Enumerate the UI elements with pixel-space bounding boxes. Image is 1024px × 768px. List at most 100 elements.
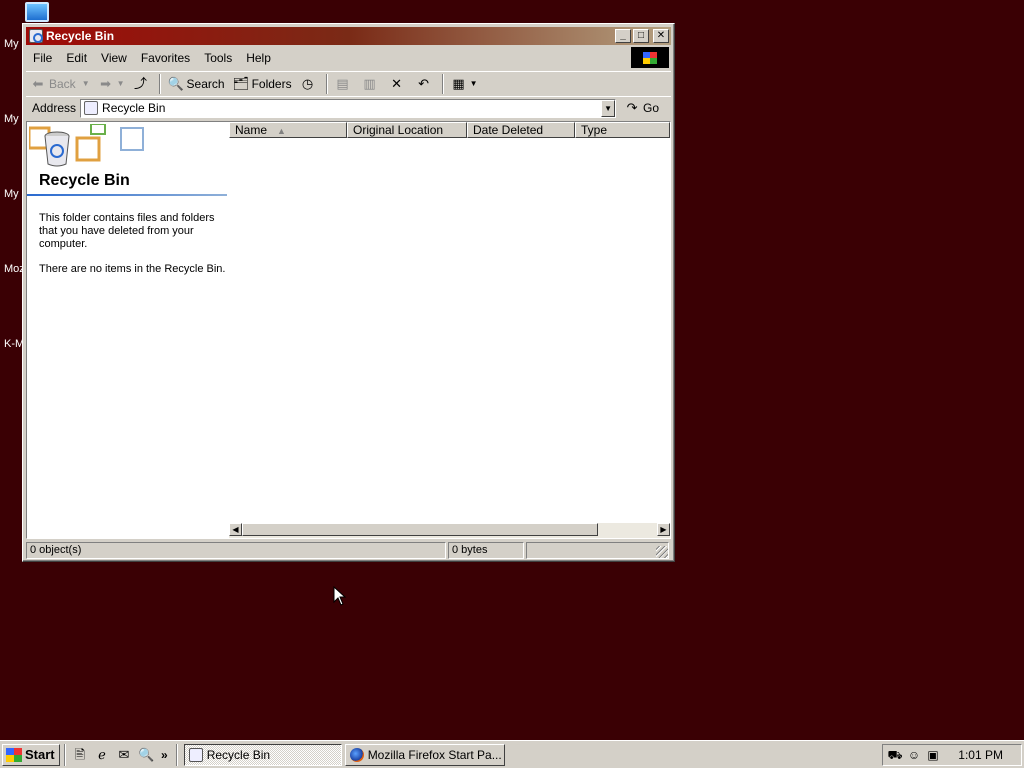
copy-to-button[interactable]: ▥ (358, 73, 385, 95)
address-dropdown-button[interactable]: ▼ (601, 99, 616, 117)
clock[interactable]: 1:01 PM (958, 748, 1003, 762)
up-folder-button[interactable]: ⤴ (129, 73, 156, 95)
move-to-button[interactable]: ▤ (331, 73, 358, 95)
close-button[interactable]: ✕ (653, 29, 669, 43)
recycle-bin-icon (29, 29, 43, 43)
empty-message: There are no items in the Recycle Bin. (39, 263, 226, 275)
folders-label: Folders (251, 76, 292, 91)
windows-logo-icon (6, 747, 22, 762)
quick-launch-more-icon[interactable]: » (161, 748, 168, 762)
start-button[interactable]: Start (2, 743, 60, 766)
scroll-track[interactable] (598, 523, 657, 538)
pane-divider (27, 194, 227, 196)
taskbar: Start 🖹 ℯ ✉ 🔍 » Recycle Bin Mozilla Fire… (0, 740, 1024, 768)
back-arrow-icon: ⬅ (32, 75, 44, 91)
status-bar: 0 object(s) 0 bytes (26, 542, 671, 560)
column-header-name[interactable]: Name ▲ (229, 122, 347, 138)
address-input[interactable]: Recycle Bin ▼ (80, 98, 617, 118)
go-button[interactable]: ↷ Go (624, 100, 659, 116)
menu-help[interactable]: Help (239, 51, 278, 65)
scroll-thumb[interactable] (242, 523, 598, 536)
folders-icon: 🗂 (232, 75, 250, 91)
outlook-express-icon[interactable]: ✉ (116, 747, 132, 763)
status-size: 0 bytes (448, 542, 524, 559)
toolbar-separator (325, 73, 328, 94)
go-arrow-icon: ↷ (626, 100, 638, 115)
toolbar: ⬅ Back ▼ ➡ ▼ ⤴ 🔍 Search 🗂 Folders ◷ ▤ ▥ (26, 71, 671, 95)
recycle-bin-window: Recycle Bin _ □ ✕ File Edit View Favorit… (22, 23, 675, 562)
copy-to-icon: ▥ (363, 75, 376, 91)
up-folder-icon: ⤴ (134, 75, 148, 91)
minimize-button[interactable]: _ (615, 29, 631, 43)
views-button[interactable]: ▦ ▼ (447, 73, 482, 95)
column-header-original-location[interactable]: Original Location (347, 122, 467, 138)
forward-dropdown-icon[interactable]: ▼ (117, 79, 125, 88)
scroll-left-button[interactable]: ◀ (229, 523, 242, 536)
column-header-date-deleted[interactable]: Date Deleted (467, 122, 575, 138)
history-button[interactable]: ◷ (296, 73, 323, 95)
tray-network-icon[interactable]: ⛟ (887, 747, 903, 763)
horizontal-scrollbar[interactable]: ◀ ▶ (229, 523, 670, 538)
back-label: Back (49, 76, 76, 91)
address-label: Address (32, 101, 77, 115)
search-button[interactable]: 🔍 Search (164, 73, 229, 95)
search-icon: 🔍 (167, 75, 184, 91)
show-desktop-icon[interactable]: 🖹 (72, 747, 88, 763)
resize-grip[interactable] (526, 542, 669, 559)
column-headers: Name ▲ Original Location Date Deleted Typ… (229, 122, 670, 138)
move-to-icon: ▤ (336, 75, 349, 91)
column-header-type[interactable]: Type (575, 122, 670, 138)
forward-button[interactable]: ➡ ▼ (94, 73, 129, 95)
quick-launch: 🖹 ℯ ✉ 🔍 » (69, 747, 172, 763)
task-label-firefox: Mozilla Firefox Start Pa... (367, 747, 502, 762)
windows-logo-icon (631, 47, 669, 68)
undo-button[interactable]: ↶ (412, 73, 439, 95)
content-area: Recycle Bin This folder contains files a… (26, 121, 671, 539)
status-object-count: 0 object(s) (26, 542, 446, 559)
column-name-label: Name (235, 123, 268, 137)
taskbar-separator (64, 743, 66, 766)
recycle-bin-graphic-icon (29, 124, 144, 167)
history-icon: ◷ (301, 75, 314, 91)
taskbar-separator (175, 743, 178, 766)
back-dropdown-icon[interactable]: ▼ (82, 79, 90, 88)
back-button[interactable]: ⬅ Back ▼ (26, 73, 94, 95)
menu-view[interactable]: View (94, 51, 134, 65)
firefox-icon (349, 747, 364, 762)
task-label-recycle-bin: Recycle Bin (206, 747, 271, 762)
menu-tools[interactable]: Tools (197, 51, 239, 65)
delete-icon: ✕ (391, 75, 403, 91)
start-label: Start (25, 747, 55, 762)
internet-explorer-icon[interactable]: ℯ (94, 747, 110, 763)
views-dropdown-icon[interactable]: ▼ (470, 79, 478, 88)
menu-bar: File Edit View Favorites Tools Help (26, 47, 671, 69)
tray-scheduler-icon[interactable]: ▣ (925, 747, 941, 763)
delete-button[interactable]: ✕ (385, 73, 412, 95)
menu-file[interactable]: File (26, 51, 59, 65)
folders-button[interactable]: 🗂 Folders (229, 73, 296, 95)
sort-ascending-icon: ▲ (277, 126, 286, 136)
menu-edit[interactable]: Edit (59, 51, 94, 65)
tray-users-icon[interactable]: ☺ (906, 747, 922, 763)
undo-icon: ↶ (418, 75, 430, 91)
scroll-right-button[interactable]: ▶ (657, 523, 670, 536)
address-value: Recycle Bin (102, 101, 166, 115)
task-button-firefox[interactable]: Mozilla Firefox Start Pa... (344, 743, 505, 766)
task-button-recycle-bin[interactable]: Recycle Bin (183, 743, 342, 766)
desktop-icon-label-my-documents[interactable]: My (4, 38, 19, 50)
explorer-icon[interactable]: 🔍 (138, 747, 154, 763)
pane-title: Recycle Bin (39, 172, 130, 189)
menu-favorites[interactable]: Favorites (134, 51, 197, 65)
views-icon: ▦ (452, 75, 465, 91)
desktop-icon[interactable] (25, 2, 49, 22)
system-tray: ⛟ ☺ ▣ 1:01 PM (882, 743, 1022, 766)
go-label: Go (643, 101, 660, 115)
mouse-cursor-icon (333, 586, 347, 606)
file-list[interactable]: Name ▲ Original Location Date Deleted Typ… (229, 122, 670, 538)
forward-arrow-icon: ➡ (100, 75, 112, 91)
maximize-button[interactable]: □ (633, 29, 649, 43)
desktop-icon-label-my-network[interactable]: My (4, 188, 19, 200)
address-bar: Address Recycle Bin ▼ ↷ Go (26, 96, 671, 119)
info-pane: Recycle Bin This folder contains files a… (27, 122, 229, 538)
title-bar[interactable]: Recycle Bin _ □ ✕ (26, 27, 671, 45)
